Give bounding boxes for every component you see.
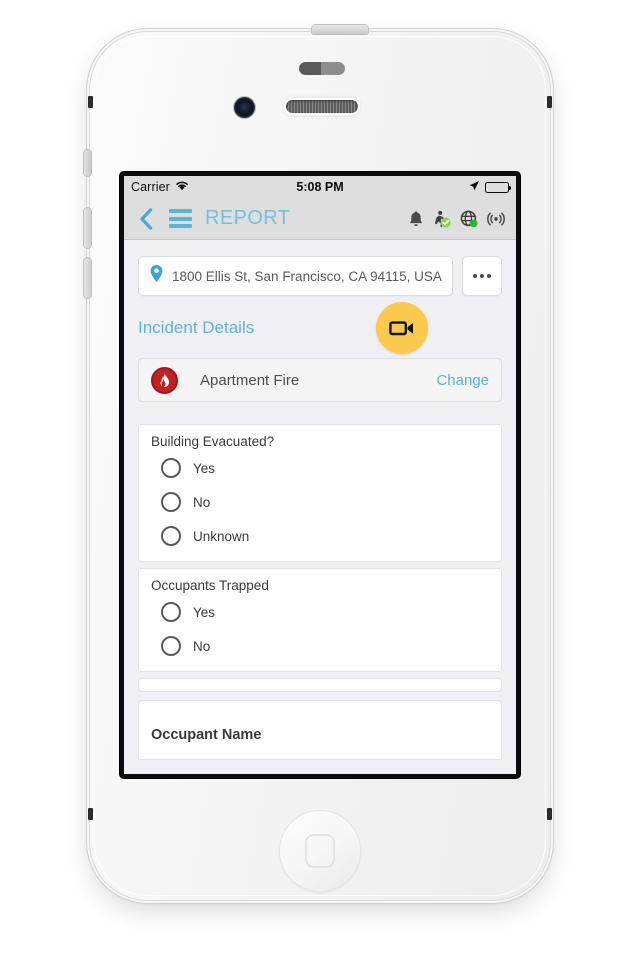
incident-type-label: Apartment Fire [200, 371, 300, 389]
antenna-band [88, 96, 93, 108]
radio-label: Yes [193, 604, 216, 620]
front-camera [234, 97, 255, 118]
incident-details-header-row: Incident Details [124, 296, 516, 354]
ios-status-bar: Carrier 5:08 PM [124, 176, 516, 198]
chevron-left-icon [140, 207, 153, 230]
radio-button[interactable] [161, 526, 181, 546]
device-stage: Carrier 5:08 PM REPORT 1800 Ellis St, Sa… [0, 0, 640, 960]
address-value: 1800 Ellis St, San Francisco, CA 94115, … [172, 268, 442, 284]
status-bar-right [468, 180, 512, 195]
page-title: REPORT [205, 207, 291, 229]
radio-label: Unknown [193, 528, 250, 544]
radio-option-yes[interactable]: Yes [139, 595, 501, 629]
question-card-building-evacuated: Building Evacuated? Yes No Unknown [138, 424, 502, 562]
phone-screen: Carrier 5:08 PM REPORT 1800 Ellis St, Sa… [124, 176, 516, 774]
globe-icon[interactable] [460, 210, 478, 228]
location-arrow-icon [468, 180, 480, 195]
incident-details-title: Incident Details [138, 318, 255, 337]
video-camera-icon [389, 321, 413, 336]
radio-option-no[interactable]: No [139, 485, 501, 519]
radio-button[interactable] [161, 458, 181, 478]
nav-bar-icons [408, 210, 505, 228]
radio-option-unknown[interactable]: Unknown [139, 519, 501, 553]
map-pin-icon [149, 264, 164, 288]
fire-icon [151, 366, 178, 394]
address-more-button[interactable] [462, 256, 502, 296]
video-record-button[interactable] [376, 302, 428, 354]
radio-button[interactable] [161, 636, 181, 656]
question-label: Occupants Trapped [151, 578, 269, 593]
home-button[interactable] [279, 810, 361, 892]
radio-option-no[interactable]: No [139, 629, 501, 663]
radio-button[interactable] [161, 602, 181, 622]
home-button-square-icon [305, 834, 335, 868]
antenna-band [547, 96, 552, 108]
address-row: 1800 Ellis St, San Francisco, CA 94115, … [124, 240, 516, 296]
report-form-content: 1800 Ellis St, San Francisco, CA 94115, … [124, 240, 516, 774]
carrier-label: Carrier [131, 180, 170, 194]
earpiece-speaker [286, 100, 358, 113]
status-bar-left: Carrier [131, 180, 189, 194]
antenna-band [88, 808, 93, 820]
back-button[interactable] [135, 205, 157, 233]
question-label: Building Evacuated? [151, 434, 275, 449]
occupant-name-label: Occupant Name [151, 727, 262, 743]
broadcast-icon[interactable] [487, 210, 505, 228]
hamburger-menu-icon[interactable] [169, 209, 192, 228]
radio-button[interactable] [161, 492, 181, 512]
volume-up-button[interactable] [84, 208, 91, 248]
volume-down-button[interactable] [84, 258, 91, 298]
proximity-sensor [299, 62, 345, 75]
wifi-icon [175, 180, 189, 194]
radio-label: No [193, 494, 211, 510]
radio-option-yes[interactable]: Yes [139, 451, 501, 485]
app-nav-bar: REPORT [124, 198, 516, 240]
question-card-occupants-trapped: Occupants Trapped Yes No [138, 568, 502, 672]
responder-check-icon[interactable] [433, 210, 451, 228]
screen-bezel: Carrier 5:08 PM REPORT 1800 Ellis St, Sa… [120, 172, 520, 778]
form-divider-strip [138, 678, 502, 692]
power-button[interactable] [312, 25, 368, 34]
bell-icon[interactable] [408, 210, 424, 228]
address-input[interactable]: 1800 Ellis St, San Francisco, CA 94115, … [138, 256, 453, 296]
occupant-name-card: Occupant Name [138, 700, 502, 760]
radio-label: No [193, 638, 211, 654]
battery-full-icon [485, 181, 512, 193]
antenna-band [547, 808, 552, 820]
incident-type-row[interactable]: Apartment Fire Change [138, 358, 502, 402]
change-incident-type-link[interactable]: Change [436, 372, 489, 389]
radio-label: Yes [193, 460, 216, 476]
mute-switch[interactable] [84, 150, 91, 176]
